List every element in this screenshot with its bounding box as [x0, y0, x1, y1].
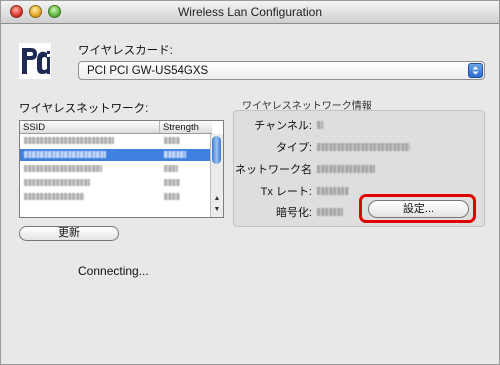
popup-arrows-icon[interactable]: [468, 63, 483, 78]
strength-cell: [164, 151, 186, 158]
tx-rate-label: Tx レート:: [260, 186, 312, 198]
channel-value: [317, 121, 323, 129]
tx-rate-value: [317, 187, 349, 195]
type-label: タイプ:: [275, 142, 312, 154]
ssid-cell: [24, 137, 114, 144]
network-table-scrollbar[interactable]: ▲ ▼: [210, 134, 223, 217]
strength-cell: [164, 137, 180, 144]
refresh-button[interactable]: 更新: [19, 226, 119, 241]
encryption-value: [317, 208, 343, 216]
ssid-cell: [24, 179, 90, 186]
wireless-card-select[interactable]: PCI PCI GW-US54GXS: [78, 61, 485, 80]
encryption-label: 暗号化:: [275, 207, 312, 219]
strength-cell: [164, 193, 180, 200]
network-name-label: ネットワーク名: [235, 164, 312, 176]
ssid-cell: [24, 165, 102, 172]
table-row[interactable]: [20, 135, 211, 147]
wireless-card-label: ワイヤレスカード:: [78, 45, 173, 57]
column-header-strength[interactable]: Strength: [160, 121, 212, 134]
network-table: SSID Strength ▲ ▼: [19, 120, 224, 218]
ssid-cell: [24, 151, 106, 158]
channel-label: チャンネル:: [254, 120, 312, 132]
app-window: Wireless Lan Configuration ワイヤレスカード: PCI…: [0, 0, 500, 365]
window-title: Wireless Lan Configuration: [177, 5, 323, 19]
pci-logo: [19, 43, 51, 79]
scroll-up-arrow-icon[interactable]: ▲: [211, 194, 223, 204]
table-row[interactable]: [20, 177, 211, 189]
settings-button-highlight: [359, 194, 476, 223]
title-bar: Wireless Lan Configuration: [1, 1, 499, 24]
table-row[interactable]: [20, 191, 211, 203]
strength-cell: [164, 165, 178, 172]
wireless-card-selected-value: PCI PCI GW-US54GXS: [87, 65, 209, 77]
network-name-value: [317, 165, 375, 173]
wireless-network-label: ワイヤレスネットワーク:: [19, 103, 149, 115]
scroll-down-arrow-icon[interactable]: ▼: [211, 205, 223, 215]
strength-cell: [164, 179, 180, 186]
column-header-ssid[interactable]: SSID: [20, 121, 160, 134]
connection-status: Connecting...: [78, 264, 149, 278]
ssid-cell: [24, 193, 84, 200]
table-row-selected[interactable]: [20, 149, 211, 161]
table-row[interactable]: [20, 163, 211, 175]
scrollbar-thumb[interactable]: [212, 136, 221, 164]
type-value: [317, 143, 410, 151]
